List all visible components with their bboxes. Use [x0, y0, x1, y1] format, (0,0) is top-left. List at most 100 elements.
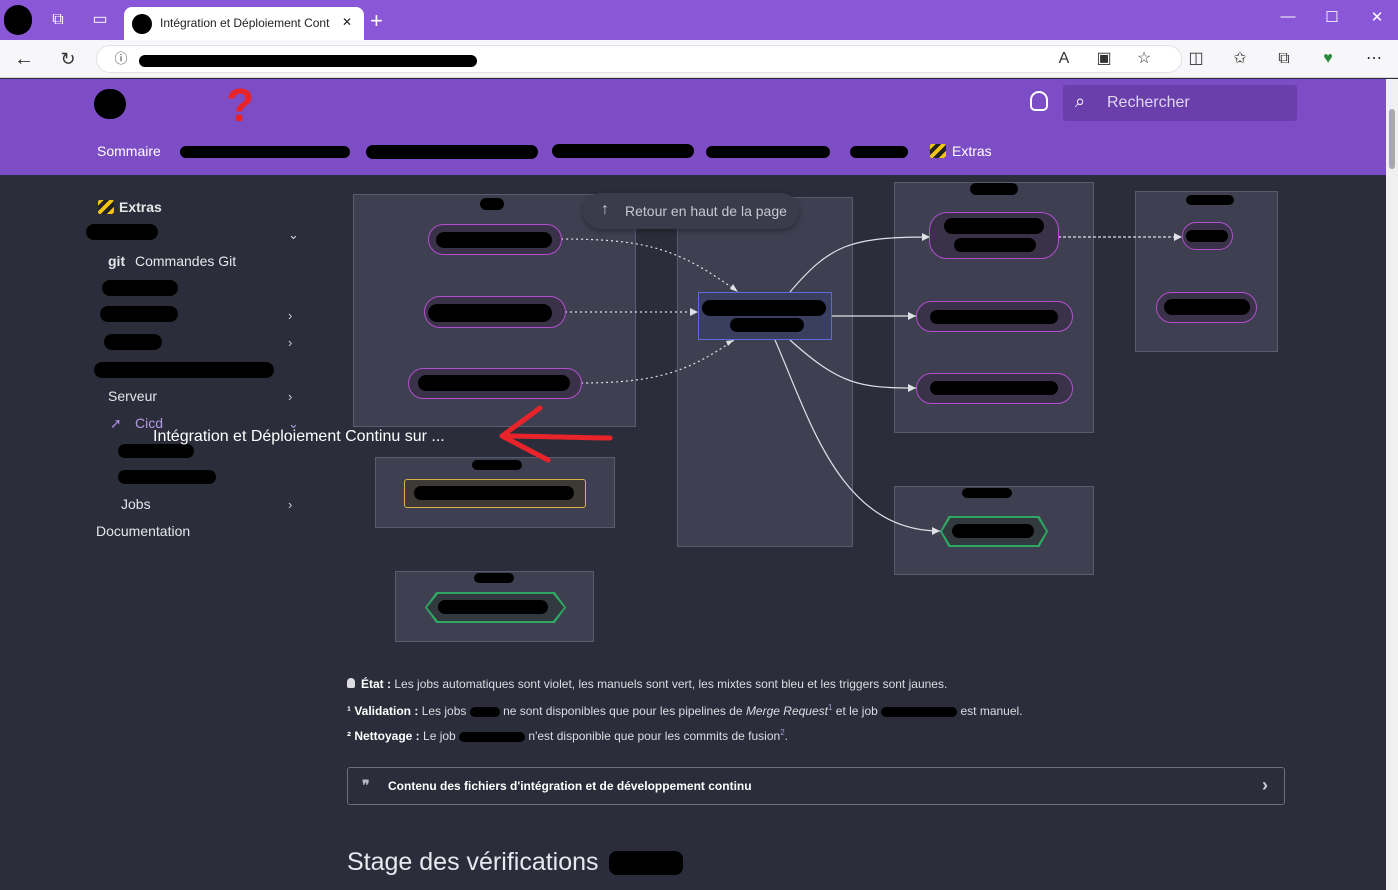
theme-toggle-lightbulb-icon[interactable] — [1030, 91, 1048, 111]
redacted-sidebar-item — [118, 444, 194, 458]
redacted-label — [970, 183, 1018, 195]
red-arrow-annotation — [499, 405, 613, 463]
split-screen-icon[interactable]: ◫ — [1184, 47, 1208, 71]
redacted-nav-item — [366, 145, 538, 159]
note-validation: ¹ Validation : Les jobs ne sont disponib… — [347, 703, 1023, 718]
redacted-sidebar-item — [102, 280, 178, 296]
tab-actions-icon[interactable]: ▭ — [88, 8, 112, 32]
redacted-sidebar-item — [118, 470, 216, 484]
redacted-label — [438, 600, 548, 614]
browser-essentials-icon[interactable]: ♥ — [1316, 47, 1340, 71]
sidebar-item-documentation[interactable]: Documentation — [96, 523, 190, 539]
sidebar-item-jobs[interactable]: Jobs — [121, 496, 151, 512]
more-menu-icon[interactable]: ⋯ — [1362, 47, 1386, 71]
chevron-right-icon: › — [1262, 775, 1268, 795]
note-validation-italic: Merge Request — [745, 704, 828, 718]
note-nettoyage-label: ² Nettoyage : — [347, 729, 420, 743]
redacted-label — [436, 232, 552, 248]
sidebar-item-serveur[interactable]: Serveur — [108, 388, 157, 404]
redacted-inline — [609, 851, 684, 876]
redacted-label — [474, 573, 514, 583]
redacted-sidebar-item — [86, 224, 158, 240]
collapsible-label: Contenu des fichiers d'intégration et de… — [388, 779, 752, 793]
quote-icon: ❞ — [362, 777, 370, 793]
redacted-label — [480, 198, 504, 210]
collections-icon[interactable]: ⧉ — [1272, 47, 1296, 71]
redacted-label — [944, 218, 1044, 234]
new-tab-button[interactable]: + — [370, 8, 383, 34]
back-icon[interactable]: ← — [12, 47, 36, 71]
site-info-icon[interactable]: ⓘ — [109, 47, 133, 71]
redacted-sidebar-item — [104, 334, 162, 350]
redacted-label — [1186, 230, 1228, 242]
active-tab[interactable]: Intégration et Déploiement Cont ✕ — [124, 7, 364, 40]
footnote-ref[interactable]: 1 — [828, 703, 832, 712]
favorites-icon[interactable]: ✩ — [1228, 47, 1252, 71]
back-to-top-button[interactable]: ↑ Retour en haut de la page — [583, 193, 799, 229]
nav-extras[interactable]: Extras — [952, 143, 992, 159]
app-view-icon[interactable]: ▣ — [1092, 47, 1116, 71]
stage-group — [1135, 191, 1278, 352]
chevron-right-icon[interactable]: › — [288, 389, 292, 404]
construction-icon — [930, 144, 946, 158]
sidebar-item-git-prefix: git — [108, 253, 126, 269]
browser-toolbar: ← ↻ ⓘ A ▣ ☆ ◫ ✩ ⧉ ♥ ⋯ — [0, 40, 1398, 78]
site-logo[interactable] — [94, 89, 126, 119]
redacted-nav-item — [552, 144, 694, 158]
back-to-top-label: Retour en haut de la page — [625, 203, 787, 219]
redacted-label — [702, 300, 826, 316]
redacted-sidebar-item — [94, 362, 274, 378]
redacted-sidebar-item — [100, 306, 178, 322]
note-nettoyage-text: . — [784, 729, 788, 743]
note-nettoyage-text: Le job — [423, 729, 456, 743]
note-etat: État : Les jobs automatiques sont violet… — [347, 677, 947, 691]
read-aloud-icon[interactable]: A — [1052, 47, 1076, 71]
redacted-label — [1164, 299, 1250, 315]
site-header: ? Sommaire Extras ⌕ Rechercher — [0, 79, 1386, 175]
redacted-inline — [469, 706, 500, 717]
stage-heading: Stage des vérifications — [347, 848, 684, 877]
chevron-right-icon[interactable]: › — [288, 335, 292, 350]
search-icon: ⌕ — [1075, 91, 1086, 111]
minimize-icon[interactable]: — — [1273, 8, 1303, 25]
search-placeholder: Rechercher — [1107, 94, 1190, 111]
redacted-label — [414, 486, 574, 500]
redacted-inline — [459, 731, 526, 742]
chevron-right-icon[interactable]: › — [288, 497, 292, 512]
stage-group — [677, 197, 853, 547]
nav-sommaire[interactable]: Sommaire — [97, 143, 161, 159]
note-etat-text: Les jobs automatiques sont violet, les m… — [394, 677, 948, 691]
note-validation-text: est manuel. — [960, 704, 1023, 718]
chevron-down-icon[interactable]: ⌄ — [288, 227, 299, 243]
note-validation-text: ne sont disponibles que pour les pipelin… — [503, 704, 743, 718]
note-nettoyage-text: n'est disponible que pour les commits de… — [528, 729, 781, 743]
sidebar-section-extras[interactable]: Extras — [119, 199, 162, 215]
address-input[interactable]: ⓘ — [96, 45, 1182, 73]
redacted-label — [930, 310, 1058, 324]
collapsible-ci-files[interactable]: ❞ Contenu des fichiers d'intégration et … — [347, 767, 1285, 805]
profile-avatar[interactable] — [4, 5, 32, 35]
workspaces-icon[interactable]: ⧉ — [46, 8, 70, 32]
redacted-nav-item — [706, 146, 830, 158]
note-etat-label: État : — [361, 677, 391, 691]
lightbulb-icon — [347, 678, 355, 688]
search-input[interactable]: ⌕ Rechercher — [1063, 85, 1297, 121]
redacted-url — [139, 55, 477, 67]
scrollbar-thumb[interactable] — [1389, 109, 1395, 169]
redacted-label — [730, 318, 804, 332]
page-scrollbar[interactable] — [1386, 79, 1398, 890]
sidebar-item-commandes-git[interactable]: Commandes Git — [135, 253, 236, 269]
refresh-icon[interactable]: ↻ — [56, 47, 80, 71]
redacted-nav-item — [850, 146, 908, 158]
chevron-right-icon[interactable]: › — [288, 308, 292, 323]
favorite-star-icon[interactable]: ☆ — [1132, 47, 1156, 71]
redacted-label — [930, 381, 1058, 395]
browser-tab-bar: ⧉ ▭ Intégration et Déploiement Cont ✕ + … — [0, 0, 1398, 40]
stage-heading-text: Stage des vérifications — [347, 848, 599, 876]
note-validation-text: Les jobs — [421, 704, 467, 718]
redacted-label — [1186, 195, 1234, 205]
tab-close-icon[interactable]: ✕ — [342, 15, 352, 29]
maximize-icon[interactable]: ☐ — [1317, 8, 1347, 26]
close-window-icon[interactable]: ✕ — [1362, 8, 1392, 26]
note-nettoyage: ² Nettoyage : Le job n'est disponible qu… — [347, 728, 788, 743]
